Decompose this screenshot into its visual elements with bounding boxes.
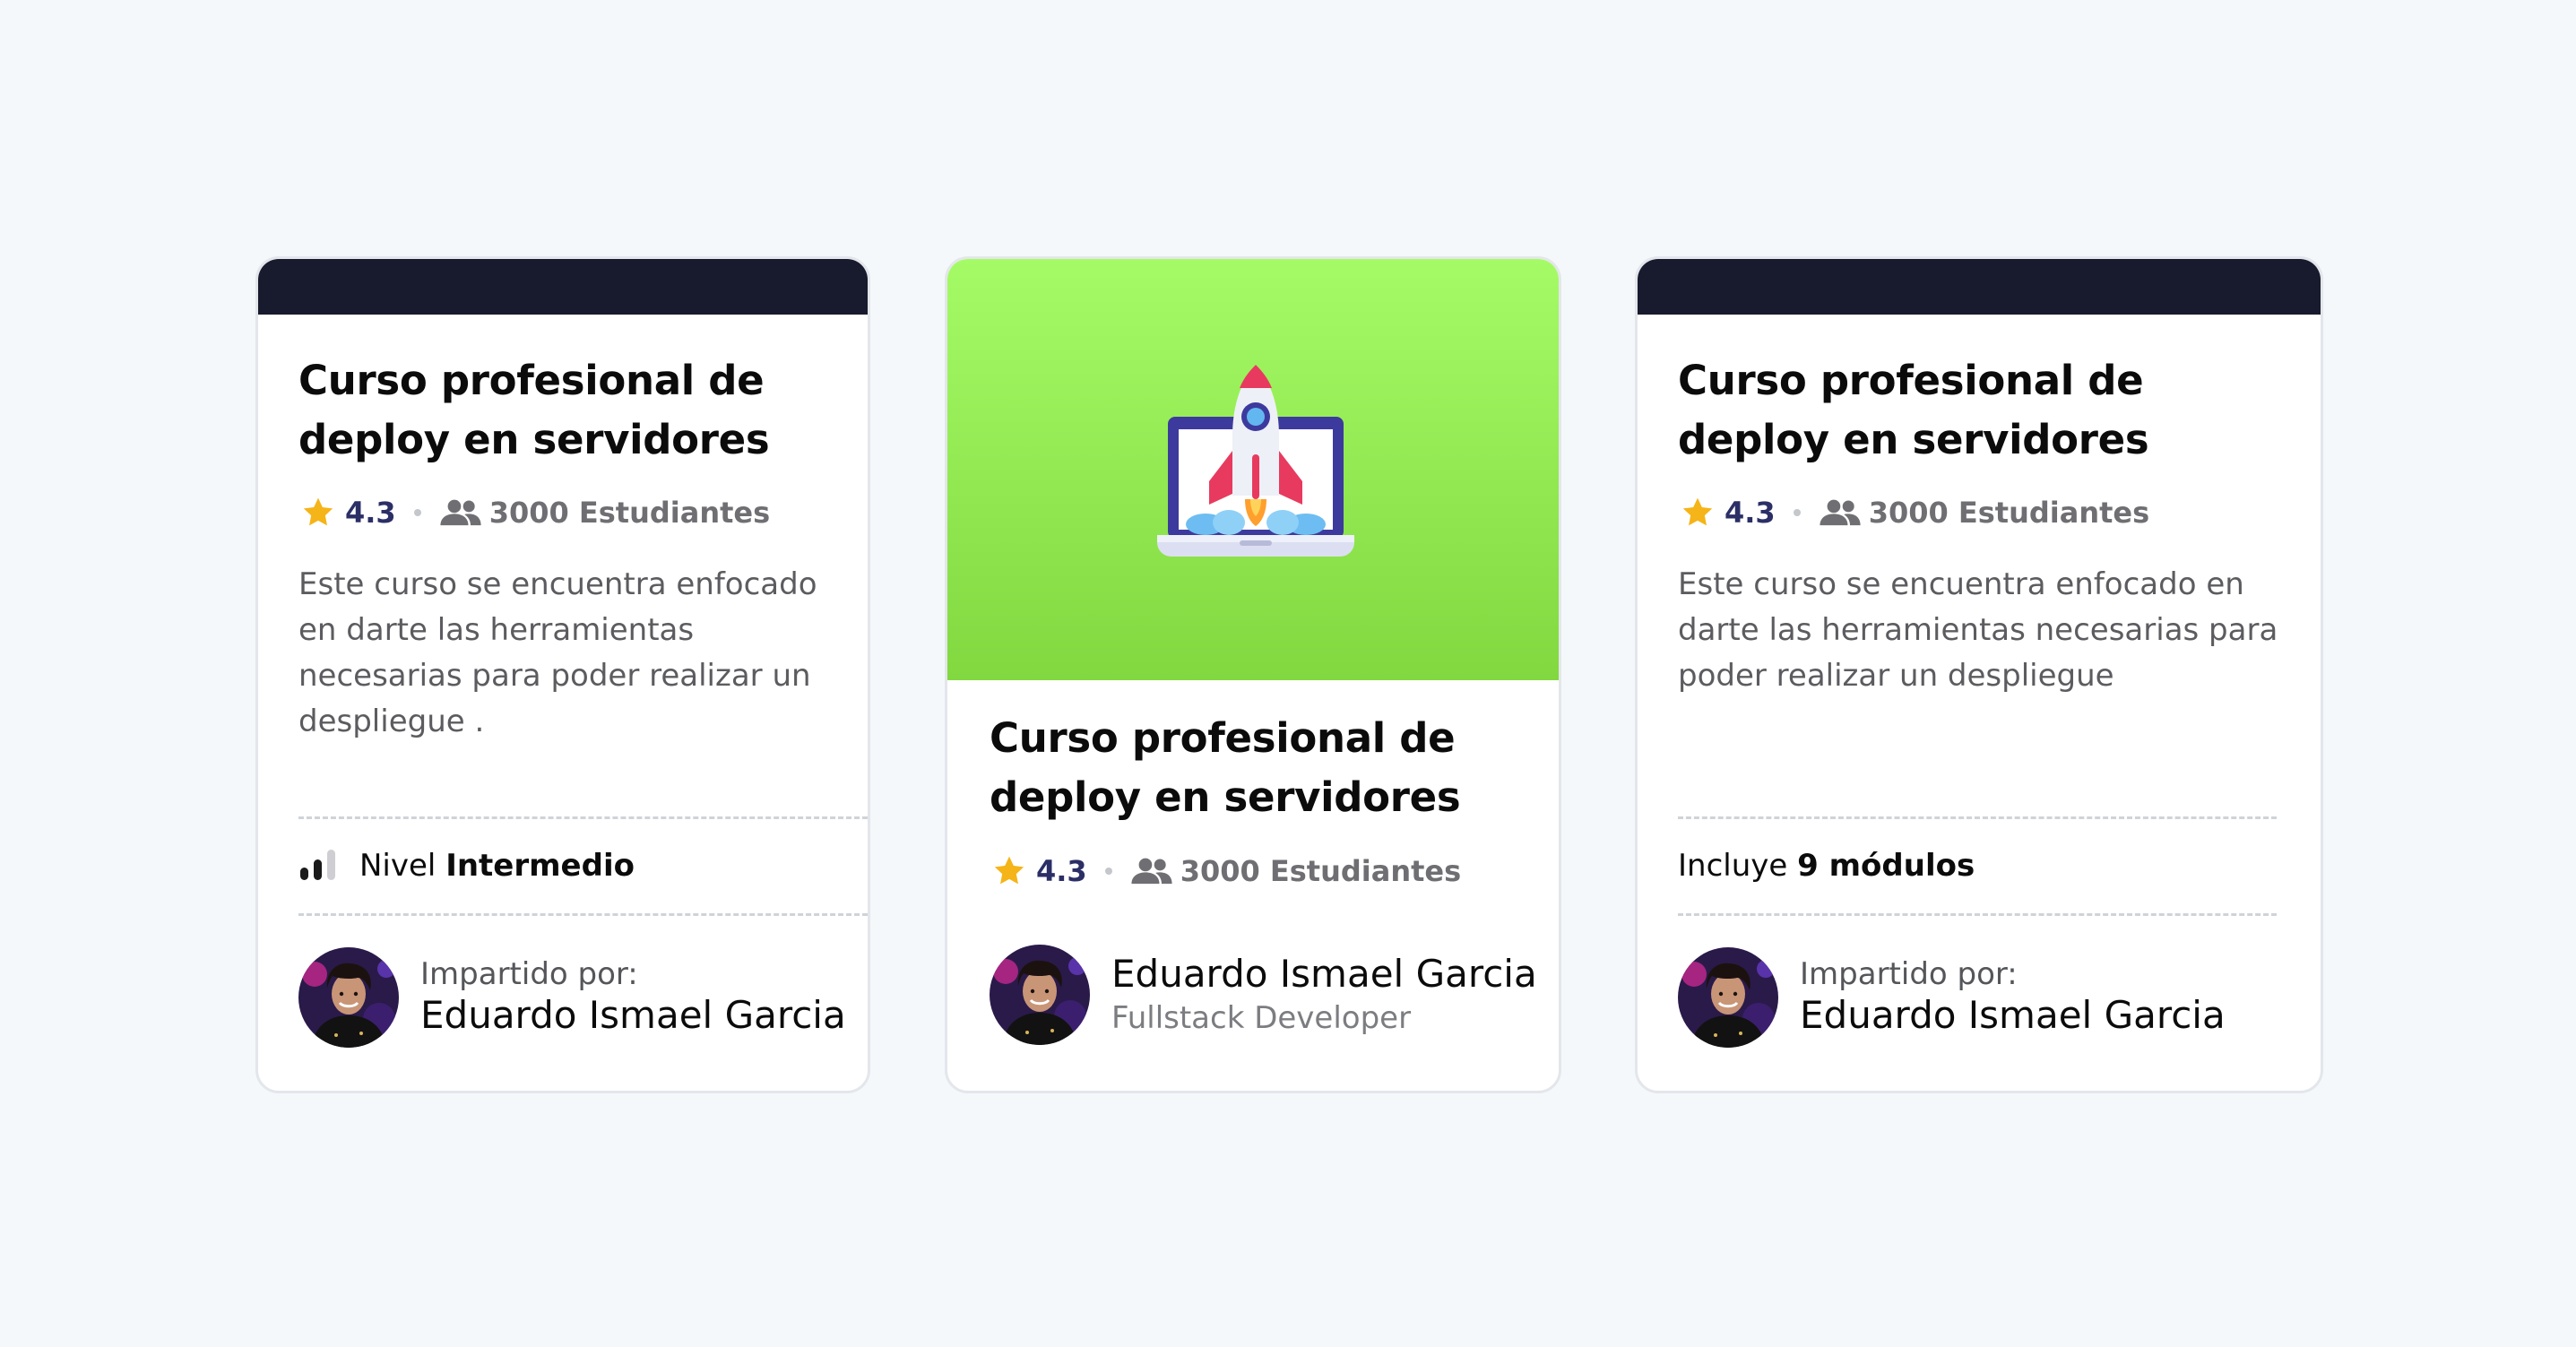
star-icon [1680,495,1716,531]
people-icon [1130,856,1173,886]
instructor-label: Impartido por: [420,956,638,992]
instructor-name: Eduardo Ismael Garcia [1111,952,1537,996]
avatar [990,945,1090,1045]
level-bars-icon [300,850,335,880]
level-value: Intermedio [445,848,635,884]
course-description: Este curso se encuentra enfocado en dart… [1678,566,2278,694]
students-count: 3000 Estudiantes [1868,496,2150,530]
course-title[interactable]: Curso profesional de deploy en servidore… [990,709,1527,827]
course-title[interactable]: Curso profesional de deploy en servidore… [298,351,836,470]
divider [298,913,868,916]
modules-prefix: Incluye [1678,848,1798,884]
course-card-3[interactable]: Curso profesional de deploy en servidore… [1635,256,2323,1093]
rocket-laptop-illustration [1157,365,1354,557]
course-meta: 4.3 3000 Estudiantes [300,493,770,532]
course-card-1[interactable]: Curso profesional de deploy en servidore… [255,256,870,1093]
rating-value: 4.3 [345,496,396,530]
star-icon [991,853,1027,889]
avatar [298,947,399,1048]
separator-dot [1104,868,1112,875]
divider [1678,816,2277,819]
card-top-bar [1638,259,2321,315]
instructor-name: Eduardo Ismael Garcia [1800,993,2226,1037]
avatar [1678,947,1778,1048]
instructor-name: Eduardo Ismael Garcia [420,993,846,1037]
people-icon [439,497,482,528]
star-icon [300,495,336,531]
level-info: Nivel Intermedio [300,846,635,885]
students-count: 3000 Estudiantes [488,496,771,530]
separator-dot [1793,509,1801,516]
level-prefix: Nivel [359,848,446,884]
people-icon [1819,497,1862,528]
rating-value: 4.3 [1036,854,1087,888]
card-top-bar [258,259,868,315]
divider [1678,913,2277,916]
separator-dot [413,509,421,516]
course-hero [947,259,1559,680]
students-count: 3000 Estudiantes [1180,854,1462,888]
modules-value: 9 módulos [1797,848,1975,884]
rating-value: 4.3 [1725,496,1776,530]
course-description: Este curso se encuentra enfocado en dart… [298,566,817,739]
instructor-label: Impartido por: [1800,956,2018,992]
modules-info: Incluye 9 módulos [1678,846,1975,885]
course-meta: 4.3 3000 Estudiantes [1680,493,2149,532]
course-card-2[interactable]: Curso profesional de deploy en servidore… [945,256,1561,1093]
course-title[interactable]: Curso profesional de deploy en servidore… [1678,351,2287,470]
instructor-role: Fullstack Developer [1111,1000,1412,1036]
course-meta: 4.3 3000 Estudiantes [991,851,1461,891]
divider [298,816,868,819]
